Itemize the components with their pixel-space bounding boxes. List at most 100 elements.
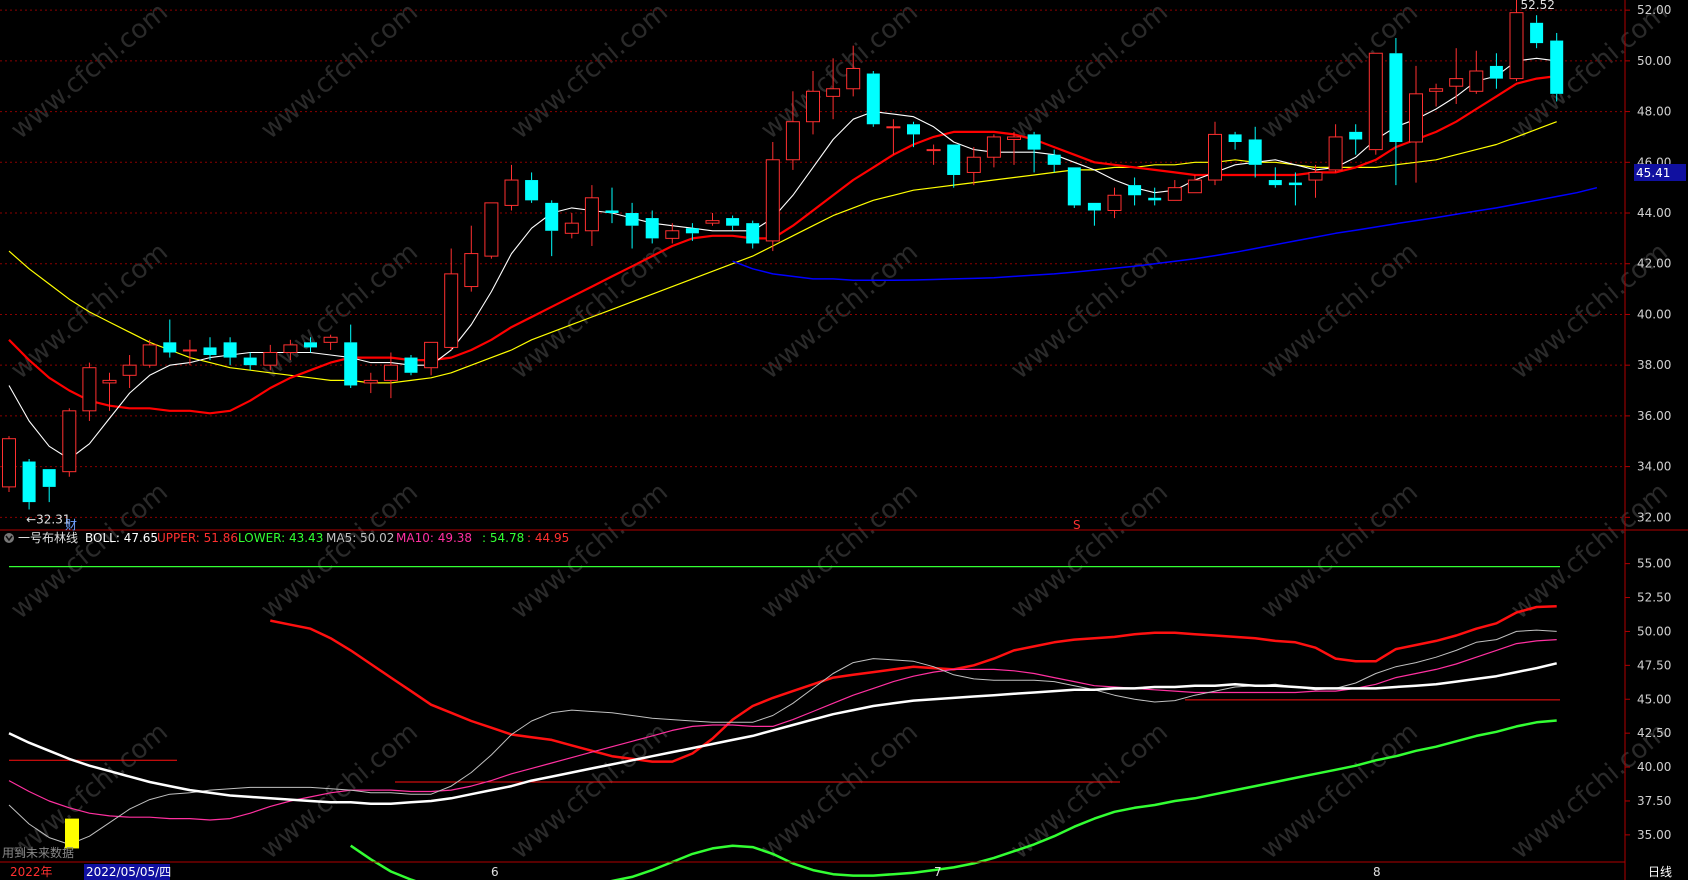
candle-body-down[interactable] [203,347,217,356]
current-price-value: 45.41 [1636,166,1670,180]
candle-body-down[interactable] [746,223,760,244]
candle-body-up[interactable] [1308,171,1323,181]
price-tick-label: 44.00 [1637,206,1671,220]
candle-body-up[interactable] [826,88,841,97]
candle-body-down[interactable] [1489,65,1503,79]
candle-body-down[interactable] [1067,167,1081,206]
candle-body-up[interactable] [886,126,901,129]
candle-body-down[interactable] [1228,134,1242,143]
cursor-date: 2022/05/05/四 [86,865,171,879]
candle-body-down[interactable] [1248,139,1262,165]
candle-body-down[interactable] [1389,53,1403,143]
candle-body-up[interactable] [966,156,981,173]
indicator-v1-value: : 54.78 [482,531,524,545]
candle-body-up[interactable] [102,379,117,384]
candle-body-down[interactable] [605,210,619,214]
candle-body-down[interactable] [907,124,920,135]
candle-body-down[interactable] [22,461,36,503]
candle-body-down[interactable] [625,213,639,226]
price-tick-label: 40.00 [1637,307,1671,321]
candle-body-up[interactable] [424,341,439,369]
candle-body-up[interactable] [1167,187,1182,201]
candle-body-down[interactable] [866,73,880,125]
stock-chart[interactable]: www.cfchi.com www.cfchi.com www.cfchi.com w… [0,0,1688,880]
candle-body-up[interactable] [1368,52,1383,151]
indicator-upper-value: UPPER: 51.86 [157,531,238,545]
candle-body-up[interactable] [444,273,459,348]
candle-body-up[interactable] [1007,136,1021,140]
candle-body-down[interactable] [1047,154,1061,165]
candle-body-up[interactable] [464,253,479,288]
candle-body-up[interactable] [1107,194,1122,211]
candle-body-up[interactable] [1469,70,1484,92]
candle-body-up[interactable] [564,222,579,234]
candle-body-down[interactable] [1148,197,1162,201]
candle-body-up[interactable] [846,67,861,90]
candle-body-down[interactable] [404,357,418,373]
candle-body-up[interactable] [765,159,780,242]
month-label-8: 8 [1373,865,1381,879]
boll-tick-label: 52.50 [1637,591,1671,605]
candle-body-up[interactable] [283,344,298,353]
indicator-name[interactable]: 一号布林线 [18,531,78,545]
candle-body-up[interactable] [806,90,820,123]
candle-body-up[interactable] [62,410,77,473]
candle-body-down[interactable] [1550,40,1564,94]
candle-body-down[interactable] [344,342,358,386]
candle-body-down[interactable] [223,342,237,358]
month-label-6: 6 [491,865,499,879]
candle-body-down[interactable] [163,342,177,353]
candle-body-up[interactable] [484,202,499,257]
candle-body-up[interactable] [383,364,398,381]
candle-body-up[interactable] [263,351,278,366]
candle-body-up[interactable] [2,438,16,488]
candle-body-down[interactable] [1349,131,1363,140]
candle-body-up[interactable] [926,149,941,152]
candle-body-up[interactable] [323,336,338,343]
candle-body-up[interactable] [122,364,137,376]
candle-body-up[interactable] [986,136,1001,158]
candle-body-down[interactable] [304,342,317,348]
candle-body-up[interactable] [1509,12,1524,80]
indicator-ma5-value: MA5: 50.02 [326,531,394,545]
low-price-label: ←32.31 [26,512,70,526]
candle-body-down[interactable] [243,357,257,366]
candle-body-down[interactable] [1268,180,1282,186]
candle-body-up[interactable] [665,230,680,239]
candle-body-up[interactable] [1187,179,1202,194]
candle-body-down[interactable] [685,228,699,234]
candle-body-up[interactable] [785,121,800,161]
candle-body-up[interactable] [705,220,720,224]
candle-body-down[interactable] [545,202,559,231]
candle-body-down[interactable] [525,180,539,201]
month-label-7: 7 [934,865,942,879]
candle-body-up[interactable] [1208,133,1222,181]
candle-body-up[interactable] [504,179,519,206]
candle-body-down[interactable] [1027,134,1041,150]
candle-body-up[interactable] [142,344,157,366]
boll-tick-label: 35.00 [1637,828,1671,842]
candle-body-up[interactable] [1449,78,1464,87]
candle-body-up[interactable] [363,379,378,384]
boll-tick-label: 47.50 [1637,658,1671,672]
candle-body-up[interactable] [82,367,97,412]
price-tick-label: 48.00 [1637,105,1671,119]
candle-body-up[interactable] [584,197,599,232]
collapse-toggle-icon[interactable] [4,533,14,543]
candle-body-down[interactable] [1530,22,1544,44]
period-label[interactable]: 日线 [1648,865,1672,879]
candle-body-down[interactable] [42,469,56,487]
candle-body-up[interactable] [182,349,197,352]
candle-body-up[interactable] [1409,93,1423,143]
candle-body-down[interactable] [1128,185,1142,196]
candle-body-down[interactable] [947,144,961,175]
candle-body-down[interactable] [726,218,740,226]
signal-s-marker[interactable]: S [1073,518,1081,532]
candle-body-down[interactable] [645,218,659,239]
financial-report-marker[interactable]: 财 [65,518,77,532]
candle-body-down[interactable] [1288,182,1302,186]
candle-body-up[interactable] [1328,136,1343,171]
candle-body-down[interactable] [1087,202,1101,211]
indicator-ma10-value: MA10: 49.38 [396,531,472,545]
candle-body-up[interactable] [1429,88,1444,92]
